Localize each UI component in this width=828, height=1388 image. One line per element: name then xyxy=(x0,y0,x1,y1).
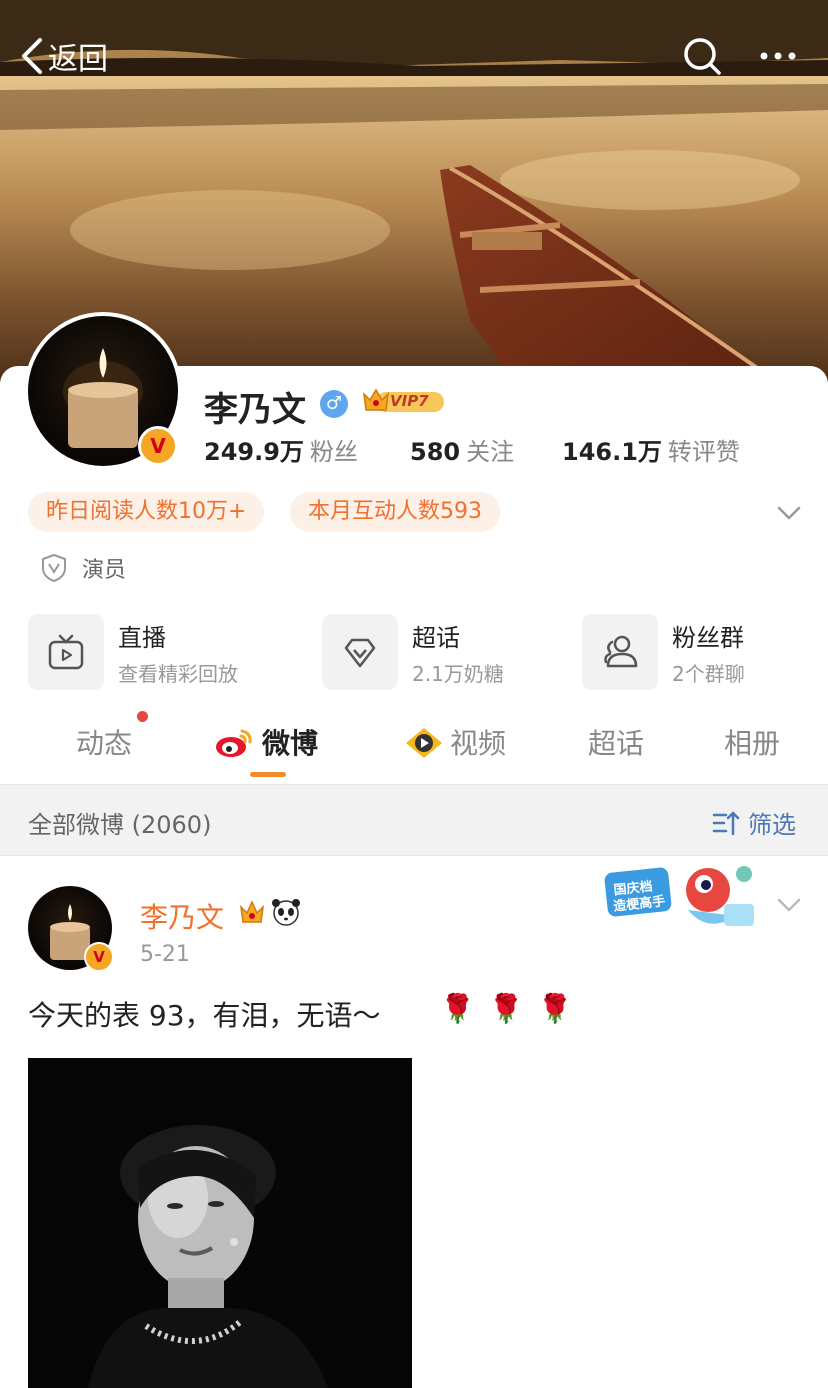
feature-subtitle: 2.1万奶糖 xyxy=(412,662,504,686)
diamond-icon xyxy=(322,614,398,690)
feature-subtitle: 查看精彩回放 xyxy=(118,662,238,686)
all-weibo-count: 全部微博 (2060) xyxy=(28,811,212,839)
stat-value: 146.1万 xyxy=(562,438,662,466)
stat-followers[interactable]: 249.9万 粉丝 xyxy=(204,432,358,467)
feature-title: 直播 xyxy=(118,624,166,652)
filter-bar: 全部微博 (2060) 筛选 xyxy=(0,784,828,856)
profile-stats: 249.9万 粉丝 580 关注 146.1万 转评赞 xyxy=(0,432,828,466)
vip-label: VIP7 xyxy=(390,392,429,410)
post-verified-badge: V xyxy=(84,942,114,972)
feature-supertopic[interactable]: 超话 2.1万奶糖 xyxy=(322,614,562,690)
post-date: 5-21 xyxy=(140,942,190,967)
shield-v-icon xyxy=(42,553,66,583)
more-icon xyxy=(760,52,796,60)
filter-label: 筛选 xyxy=(748,811,796,839)
chip-interactions[interactable]: 本月互动人数593 xyxy=(290,492,500,532)
post-options-chevron-icon[interactable] xyxy=(774,890,804,920)
chevron-down-icon[interactable] xyxy=(774,498,804,528)
national-day-sticker-icon[interactable]: 国庆档 造梗高手 xyxy=(604,860,764,936)
top-nav-bar: 返回 xyxy=(0,28,828,84)
tab-video-label: 视频 xyxy=(450,727,507,760)
feature-title: 粉丝群 xyxy=(672,624,744,652)
stat-following[interactable]: 580 关注 xyxy=(410,432,514,467)
stat-value: 580 xyxy=(410,438,461,466)
filter-button[interactable]: 筛选 xyxy=(712,805,796,840)
profile-name: 李乃文 xyxy=(204,390,306,430)
tab-weibo-label: 微博 xyxy=(262,727,319,760)
feature-title: 超话 xyxy=(412,624,460,652)
filter-sort-icon xyxy=(712,811,740,835)
video-play-icon xyxy=(406,728,442,758)
post-text: 今天的表 93，有泪，无语～ xyxy=(28,999,381,1032)
weibo-logo-icon xyxy=(216,729,252,757)
tab-weibo[interactable]: 微博 xyxy=(214,722,318,762)
active-tab-indicator xyxy=(250,772,286,777)
stat-label: 关注 xyxy=(466,438,515,466)
feature-fan-group[interactable]: 粉丝群 2个群聊 xyxy=(582,614,802,690)
feature-subtitle: 2个群聊 xyxy=(672,662,745,686)
role-label: 演员 xyxy=(40,552,126,584)
panda-icon xyxy=(272,899,300,926)
crown-icon xyxy=(239,900,265,923)
more-button[interactable] xyxy=(756,34,800,78)
role-text: 演员 xyxy=(82,558,127,583)
tab-video[interactable]: 视频 xyxy=(404,722,506,762)
post-image[interactable] xyxy=(28,1058,412,1388)
search-button[interactable] xyxy=(680,34,724,78)
back-label: 返回 xyxy=(48,42,108,77)
post-author-name[interactable]: 李乃文 xyxy=(140,896,224,936)
back-button[interactable]: 返回 xyxy=(20,36,108,77)
rose-emoji: 🌹🌹🌹 xyxy=(440,992,587,1025)
stat-label: 转评赞 xyxy=(667,438,740,466)
stat-interactions[interactable]: 146.1万 转评赞 xyxy=(562,432,740,467)
tab-supertopic[interactable]: 超话 xyxy=(588,722,644,762)
profile-tabs: 动态 微博 视频 超话 相册 xyxy=(0,712,828,782)
group-icon xyxy=(582,614,658,690)
feature-live[interactable]: 直播 查看精彩回放 xyxy=(28,614,298,690)
tv-icon xyxy=(28,614,104,690)
stat-label: 粉丝 xyxy=(309,438,358,466)
notification-dot xyxy=(137,711,148,722)
male-gender-icon: ♂ xyxy=(320,390,348,418)
stat-value: 249.9万 xyxy=(204,438,304,466)
tab-album[interactable]: 相册 xyxy=(724,722,780,762)
chip-reads[interactable]: 昨日阅读人数10万+ xyxy=(28,492,265,532)
chevron-left-icon xyxy=(22,38,42,74)
tab-feed[interactable]: 动态 xyxy=(76,722,132,762)
search-icon xyxy=(684,38,721,75)
